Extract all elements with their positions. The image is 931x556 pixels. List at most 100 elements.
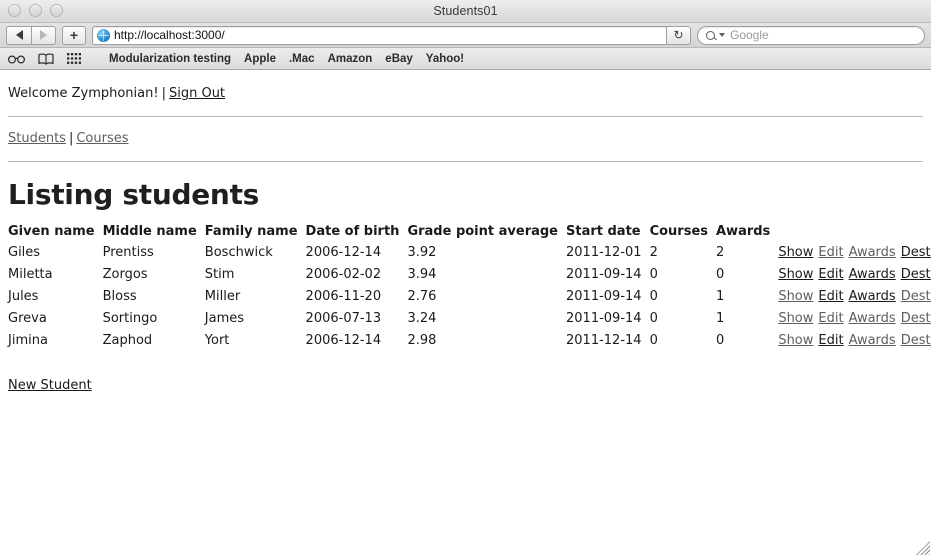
column-header-gpa: Grade point average	[407, 223, 558, 239]
cell-date-of-birth: 2006-12-14	[305, 332, 382, 348]
awards-link[interactable]: Awards	[849, 333, 896, 348]
table-row: Giles Prentiss Boschwick 2006-12-14 3.92…	[8, 244, 931, 266]
cell-family-name: Boschwick	[204, 244, 273, 260]
awards-link[interactable]: Awards	[849, 267, 896, 282]
edit-link[interactable]: Edit	[818, 311, 843, 326]
search-placeholder: Google	[730, 28, 769, 42]
cell-actions: Show Edit Awards Destroy	[778, 332, 931, 354]
address-bar: http://localhost:3000/ ↻	[92, 25, 691, 45]
chevron-down-icon[interactable]	[719, 33, 725, 37]
cell-gpa: 3.94	[407, 266, 437, 282]
cell-actions: Show Edit Awards Destroy	[778, 244, 931, 266]
awards-link[interactable]: Awards	[849, 245, 896, 260]
cell-middle-name: Zaphod	[102, 332, 153, 348]
cell-family-name: Miller	[204, 288, 241, 304]
cell-gpa: 3.92	[407, 244, 437, 260]
bookmark-item-ebay[interactable]: eBay	[385, 53, 413, 65]
cell-start-date: 2011-12-14	[566, 332, 642, 348]
traffic-lights	[8, 4, 63, 17]
navigation-buttons	[6, 25, 56, 45]
cell-courses: 0	[649, 310, 658, 326]
reader-glasses-icon[interactable]	[8, 51, 25, 67]
students-table-head: Given name Middle name Family name Date …	[8, 224, 931, 244]
welcome-bar: Welcome Zymphonian! | Sign Out	[8, 70, 923, 101]
cell-given-name: Giles	[8, 244, 41, 260]
destroy-link[interactable]: Destroy	[901, 245, 931, 260]
column-header-given-name: Given name	[8, 223, 95, 239]
cell-middle-name: Bloss	[102, 288, 137, 304]
table-row: Greva Sortingo James 2006-07-13 3.24 201…	[8, 310, 931, 332]
minimize-window-button[interactable]	[29, 4, 42, 17]
window-title: Students01	[433, 4, 498, 18]
cell-gpa: 3.24	[407, 310, 437, 326]
edit-link[interactable]: Edit	[818, 289, 843, 304]
column-header-family-name: Family name	[204, 223, 298, 239]
sign-out-link[interactable]: Sign Out	[169, 86, 225, 101]
cell-actions: Show Edit Awards Destroy	[778, 310, 931, 332]
cell-courses: 0	[649, 266, 658, 282]
cell-start-date: 2011-12-01	[566, 244, 642, 260]
students-table-body: Giles Prentiss Boschwick 2006-12-14 3.92…	[8, 244, 931, 354]
show-link[interactable]: Show	[778, 311, 813, 326]
show-link[interactable]: Show	[778, 267, 813, 282]
url-input[interactable]: http://localhost:3000/	[92, 25, 667, 45]
globe-icon	[97, 28, 110, 42]
show-link[interactable]: Show	[778, 289, 813, 304]
bookmark-item-amazon[interactable]: Amazon	[328, 53, 373, 65]
cell-date-of-birth: 2006-12-14	[305, 244, 382, 260]
new-tab-button[interactable]: +	[62, 25, 86, 45]
edit-link[interactable]: Edit	[818, 245, 843, 260]
url-text: http://localhost:3000/	[114, 28, 225, 42]
awards-link[interactable]: Awards	[849, 311, 896, 326]
students-table: Given name Middle name Family name Date …	[8, 224, 931, 354]
destroy-link[interactable]: Destroy	[901, 289, 931, 304]
top-sites-grid-icon[interactable]	[67, 51, 81, 67]
edit-link[interactable]: Edit	[818, 267, 843, 282]
cell-awards: 1	[716, 310, 725, 326]
bookmarks-bar: Modularization testing Apple .Mac Amazon…	[0, 48, 931, 70]
bookmark-item-mac[interactable]: .Mac	[289, 53, 315, 65]
back-arrow-icon	[15, 30, 23, 40]
bookmark-item-apple[interactable]: Apple	[244, 53, 276, 65]
cell-awards: 2	[716, 244, 725, 260]
search-input[interactable]: Google	[697, 25, 925, 45]
bookmark-item-modularization-testing[interactable]: Modularization testing	[109, 53, 231, 65]
destroy-link[interactable]: Destroy	[901, 333, 931, 348]
show-link[interactable]: Show	[778, 245, 813, 260]
bookmarks-book-icon[interactable]	[38, 51, 54, 67]
edit-link[interactable]: Edit	[818, 333, 843, 348]
divider-bottom	[8, 161, 923, 162]
destroy-link[interactable]: Destroy	[901, 311, 931, 326]
zoom-window-button[interactable]	[50, 4, 63, 17]
forward-arrow-icon	[40, 30, 47, 40]
awards-link[interactable]: Awards	[849, 289, 896, 304]
cell-family-name: Stim	[204, 266, 235, 282]
cell-given-name: Greva	[8, 310, 47, 326]
back-button[interactable]	[6, 25, 31, 45]
cell-date-of-birth: 2006-07-13	[305, 310, 382, 326]
close-window-button[interactable]	[8, 4, 21, 17]
cell-given-name: Jules	[8, 288, 39, 304]
column-header-middle-name: Middle name	[102, 223, 197, 239]
show-link[interactable]: Show	[778, 333, 813, 348]
bookmark-item-yahoo[interactable]: Yahoo!	[426, 53, 464, 65]
table-header-row: Given name Middle name Family name Date …	[8, 224, 931, 244]
cell-gpa: 2.76	[407, 288, 437, 304]
cell-start-date: 2011-09-14	[566, 310, 642, 326]
cell-start-date: 2011-09-14	[566, 266, 642, 282]
reload-button[interactable]: ↻	[666, 25, 691, 45]
table-row: Jimina Zaphod Yort 2006-12-14 2.98 2011-…	[8, 332, 931, 354]
nav-link-courses[interactable]: Courses	[76, 131, 128, 146]
cell-family-name: James	[204, 310, 245, 326]
nav-link-students[interactable]: Students	[8, 131, 66, 146]
welcome-separator: |	[161, 86, 166, 101]
new-student-link[interactable]: New Student	[8, 378, 92, 393]
table-row: Miletta Zorgos Stim 2006-02-02 3.94 2011…	[8, 266, 931, 288]
cell-gpa: 2.98	[407, 332, 437, 348]
destroy-link[interactable]: Destroy	[901, 267, 931, 282]
cell-given-name: Jimina	[8, 332, 48, 348]
cell-date-of-birth: 2006-11-20	[305, 288, 382, 304]
forward-button[interactable]	[31, 25, 56, 45]
window-resize-grip[interactable]	[916, 541, 930, 555]
welcome-text: Welcome Zymphonian!	[8, 86, 159, 101]
